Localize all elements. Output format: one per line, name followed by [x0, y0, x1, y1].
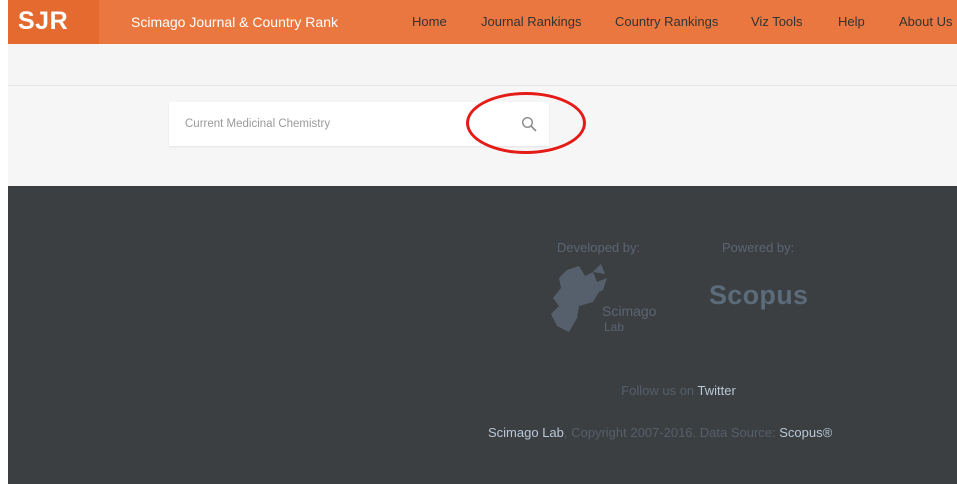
scimago-logo-text: Scimago [602, 303, 657, 319]
follow-line: Follow us on Twitter [0, 383, 957, 398]
nav-home[interactable]: Home [412, 14, 447, 29]
logo-block[interactable]: SJR [8, 0, 99, 44]
twitter-link[interactable]: Twitter [698, 383, 736, 398]
scopus-logo[interactable]: Scopus [709, 280, 808, 311]
search-box [169, 102, 549, 146]
copyright-text: , Copyright 2007-2016. Data Source: [563, 425, 780, 440]
site-title[interactable]: Scimago Journal & Country Rank [131, 14, 338, 30]
nav-bar [8, 44, 957, 86]
developed-by-label: Developed by: [557, 240, 641, 255]
scimago-logo-sub: Lab [604, 320, 625, 334]
scopus-source-link[interactable]: Scopus® [779, 425, 832, 440]
copyright-line: Scimago Lab, Copyright 2007-2016. Data S… [488, 425, 832, 440]
sjr-logo[interactable]: SJR [18, 7, 68, 36]
follow-prefix: Follow us on [621, 383, 698, 398]
search-icon [521, 116, 537, 132]
nav-viz-tools[interactable]: Viz Tools [751, 14, 803, 29]
nav-help[interactable]: Help [838, 14, 865, 29]
scimago-lab-link[interactable]: Scimago Lab [488, 425, 564, 440]
powered-by-label: Powered by: [722, 240, 795, 255]
nav-journal-rankings[interactable]: Journal Rankings [481, 14, 581, 29]
nav-about-us[interactable]: About Us [899, 14, 952, 29]
search-input[interactable] [169, 102, 509, 146]
nav-country-rankings[interactable]: Country Rankings [615, 14, 718, 29]
search-button[interactable] [509, 102, 549, 146]
